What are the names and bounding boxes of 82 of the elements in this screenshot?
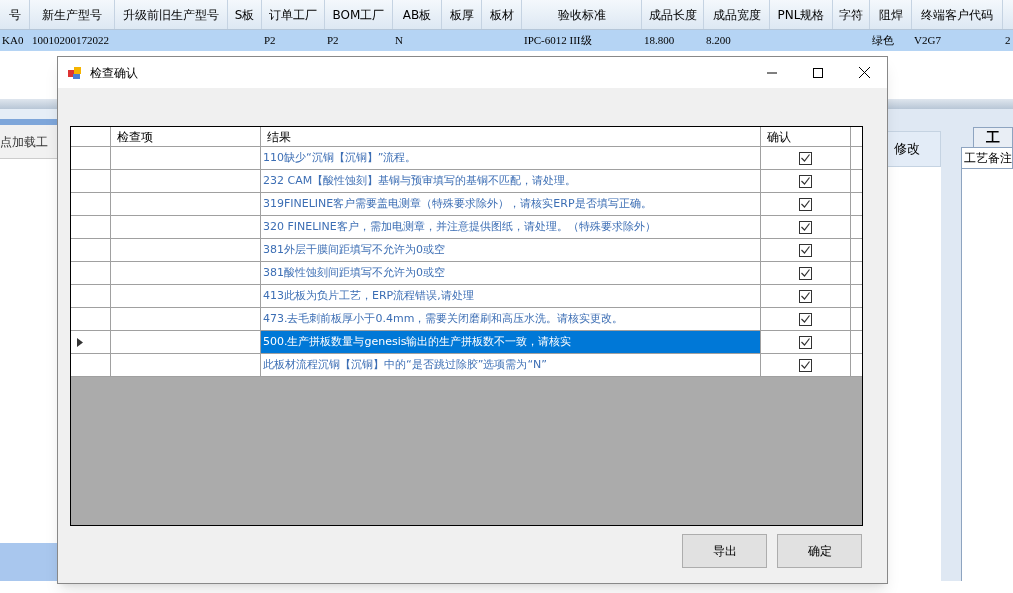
table-cell-text: 2 [1005,33,1011,49]
checkbox[interactable] [799,358,812,372]
column-header[interactable]: 终端客户代码 [912,0,1003,29]
column-header[interactable]: 阻焊 [870,0,912,29]
table-cell-text: P2 [327,33,339,49]
column-header[interactable]: 检查项 [111,127,261,146]
table-cell-text: 10010200172022 [32,33,109,49]
table-cell-text: 绿色 [872,33,894,49]
row-pointer-icon [77,337,83,347]
table-cell-text: IPC-6012 III级 [524,33,592,49]
checkbox[interactable] [799,312,812,326]
check-icon [801,292,810,300]
grid-row[interactable]: 此板材流程沉铜【沉铜】中的“是否跳过除胶”选项需为“N” [71,354,862,377]
grid-row[interactable]: 381酸性蚀刻间距填写不允许为0或空 [71,262,862,285]
check-icon [801,154,810,162]
table-cell-text: V2G7 [914,33,941,49]
table-cell-text: 232 CAM【酸性蚀刻】基铜与预审填写的基铜不匹配，请处理。 [262,172,577,189]
table-cell-text: P2 [264,33,276,49]
column-header[interactable]: 新生产型号 [30,0,115,29]
checkbox[interactable] [799,151,812,165]
table-cell-text: N [395,33,403,49]
panel-footer [0,543,57,581]
table-cell-text: 473.去毛刺前板厚小于0.4mm，需要关闭磨刷和高压水洗。请核实更改。 [262,310,624,327]
column-header[interactable]: S板 [228,0,262,29]
checkbox[interactable] [799,197,812,211]
table-cell-text: 381酸性蚀刻间距填写不允许为0或空 [262,264,445,281]
table-cell-text: 319FINELINE客户需要盖电测章（特殊要求除外），请核实ERP是否填写正确。 [262,195,652,212]
column-header[interactable]: 订单工厂 [262,0,325,29]
maximize-icon[interactable] [813,67,823,78]
table-cell-text: 8.200 [706,33,731,49]
grid-row[interactable]: 110缺少“沉铜【沉铜】”流程。 [71,147,862,170]
notes-label: 工艺备注 [961,147,1013,169]
dialog-button[interactable]: 确定 [777,534,862,568]
table-cell-text: 110缺少“沉铜【沉铜】”流程。 [262,149,417,166]
column-header[interactable]: 升级前旧生产型号 [115,0,228,29]
column-header[interactable]: 成品宽度 [704,0,770,29]
column-header[interactable]: BOM工厂 [325,0,393,29]
column-header[interactable]: 板厚 [442,0,482,29]
grid-row[interactable]: 320 FINELINE客户，需加电测章，并注意提供图纸，请处理。（特殊要求除外） [71,216,862,239]
check-icon [801,361,810,369]
close-icon[interactable] [859,67,870,78]
table-cell-text: 413此板为负片工艺，ERP流程错误,请处理 [262,287,474,304]
column-header[interactable]: 板材 [482,0,522,29]
checkbox[interactable] [799,174,812,188]
column-header[interactable]: 字符 [833,0,870,29]
check-icon [801,200,810,208]
checkbox[interactable] [799,243,812,257]
column-header[interactable]: AB板 [393,0,442,29]
table-cell-text: 320 FINELINE客户，需加电测章，并注意提供图纸，请处理。（特殊要求除外） [262,218,656,235]
check-icon [801,315,810,323]
grid-row[interactable]: 319FINELINE客户需要盖电测章（特殊要求除外），请核实ERP是否填写正确。 [71,193,862,216]
grid-row[interactable]: 473.去毛刺前板厚小于0.4mm，需要关闭磨刷和高压水洗。请核实更改。 [71,308,862,331]
app-icon [68,65,82,80]
grid-row[interactable]: 413此板为负片工艺，ERP流程错误,请处理 [71,285,862,308]
check-icon [801,177,810,185]
column-header[interactable]: 号 [0,0,30,29]
load-process-tab[interactable]: 点加载工 [0,125,57,159]
check-icon [801,338,810,346]
table-cell-text: 381外层干膜间距填写不允许为0或空 [262,241,445,258]
side-tab[interactable]: 工 [973,127,1013,147]
check-icon [801,223,810,231]
check-icon [801,269,810,277]
table-cell-text: KA0 [2,33,24,49]
dialog-button[interactable]: 导出 [682,534,767,568]
column-header[interactable]: 验收标准 [522,0,642,29]
column-header[interactable]: 结果 [261,127,761,146]
column-header[interactable]: 确认 [761,127,851,146]
checkbox[interactable] [799,335,812,349]
table-cell-text: 此板材流程沉铜【沉铜】中的“是否跳过除胶”选项需为“N” [262,356,548,373]
checkbox[interactable] [799,266,812,280]
grid-row[interactable]: 381外层干膜间距填写不允许为0或空 [71,239,862,262]
check-icon [801,246,810,254]
column-header[interactable]: PNL规格 [770,0,833,29]
grid-row[interactable]: 500.生产拼板数量与genesis输出的生产拼板数不一致，请核实 [71,331,862,354]
table-cell-text: 500.生产拼板数量与genesis输出的生产拼板数不一致，请核实 [262,333,572,350]
checkbox[interactable] [799,289,812,303]
window-title: 检查确认 [90,64,138,82]
selected-table-row[interactable]: KA0 10010200172022 P2 P2 N IPC-6012 III级 18.800 8.200 绿色 V2G7 2 [0,30,1013,51]
table-cell-text: 18.800 [644,33,675,49]
checkbox[interactable] [799,220,812,234]
column-header[interactable]: 成品长度 [642,0,704,29]
grid-row[interactable]: 232 CAM【酸性蚀刻】基铜与预审填写的基铜不匹配，请处理。 [71,170,862,193]
